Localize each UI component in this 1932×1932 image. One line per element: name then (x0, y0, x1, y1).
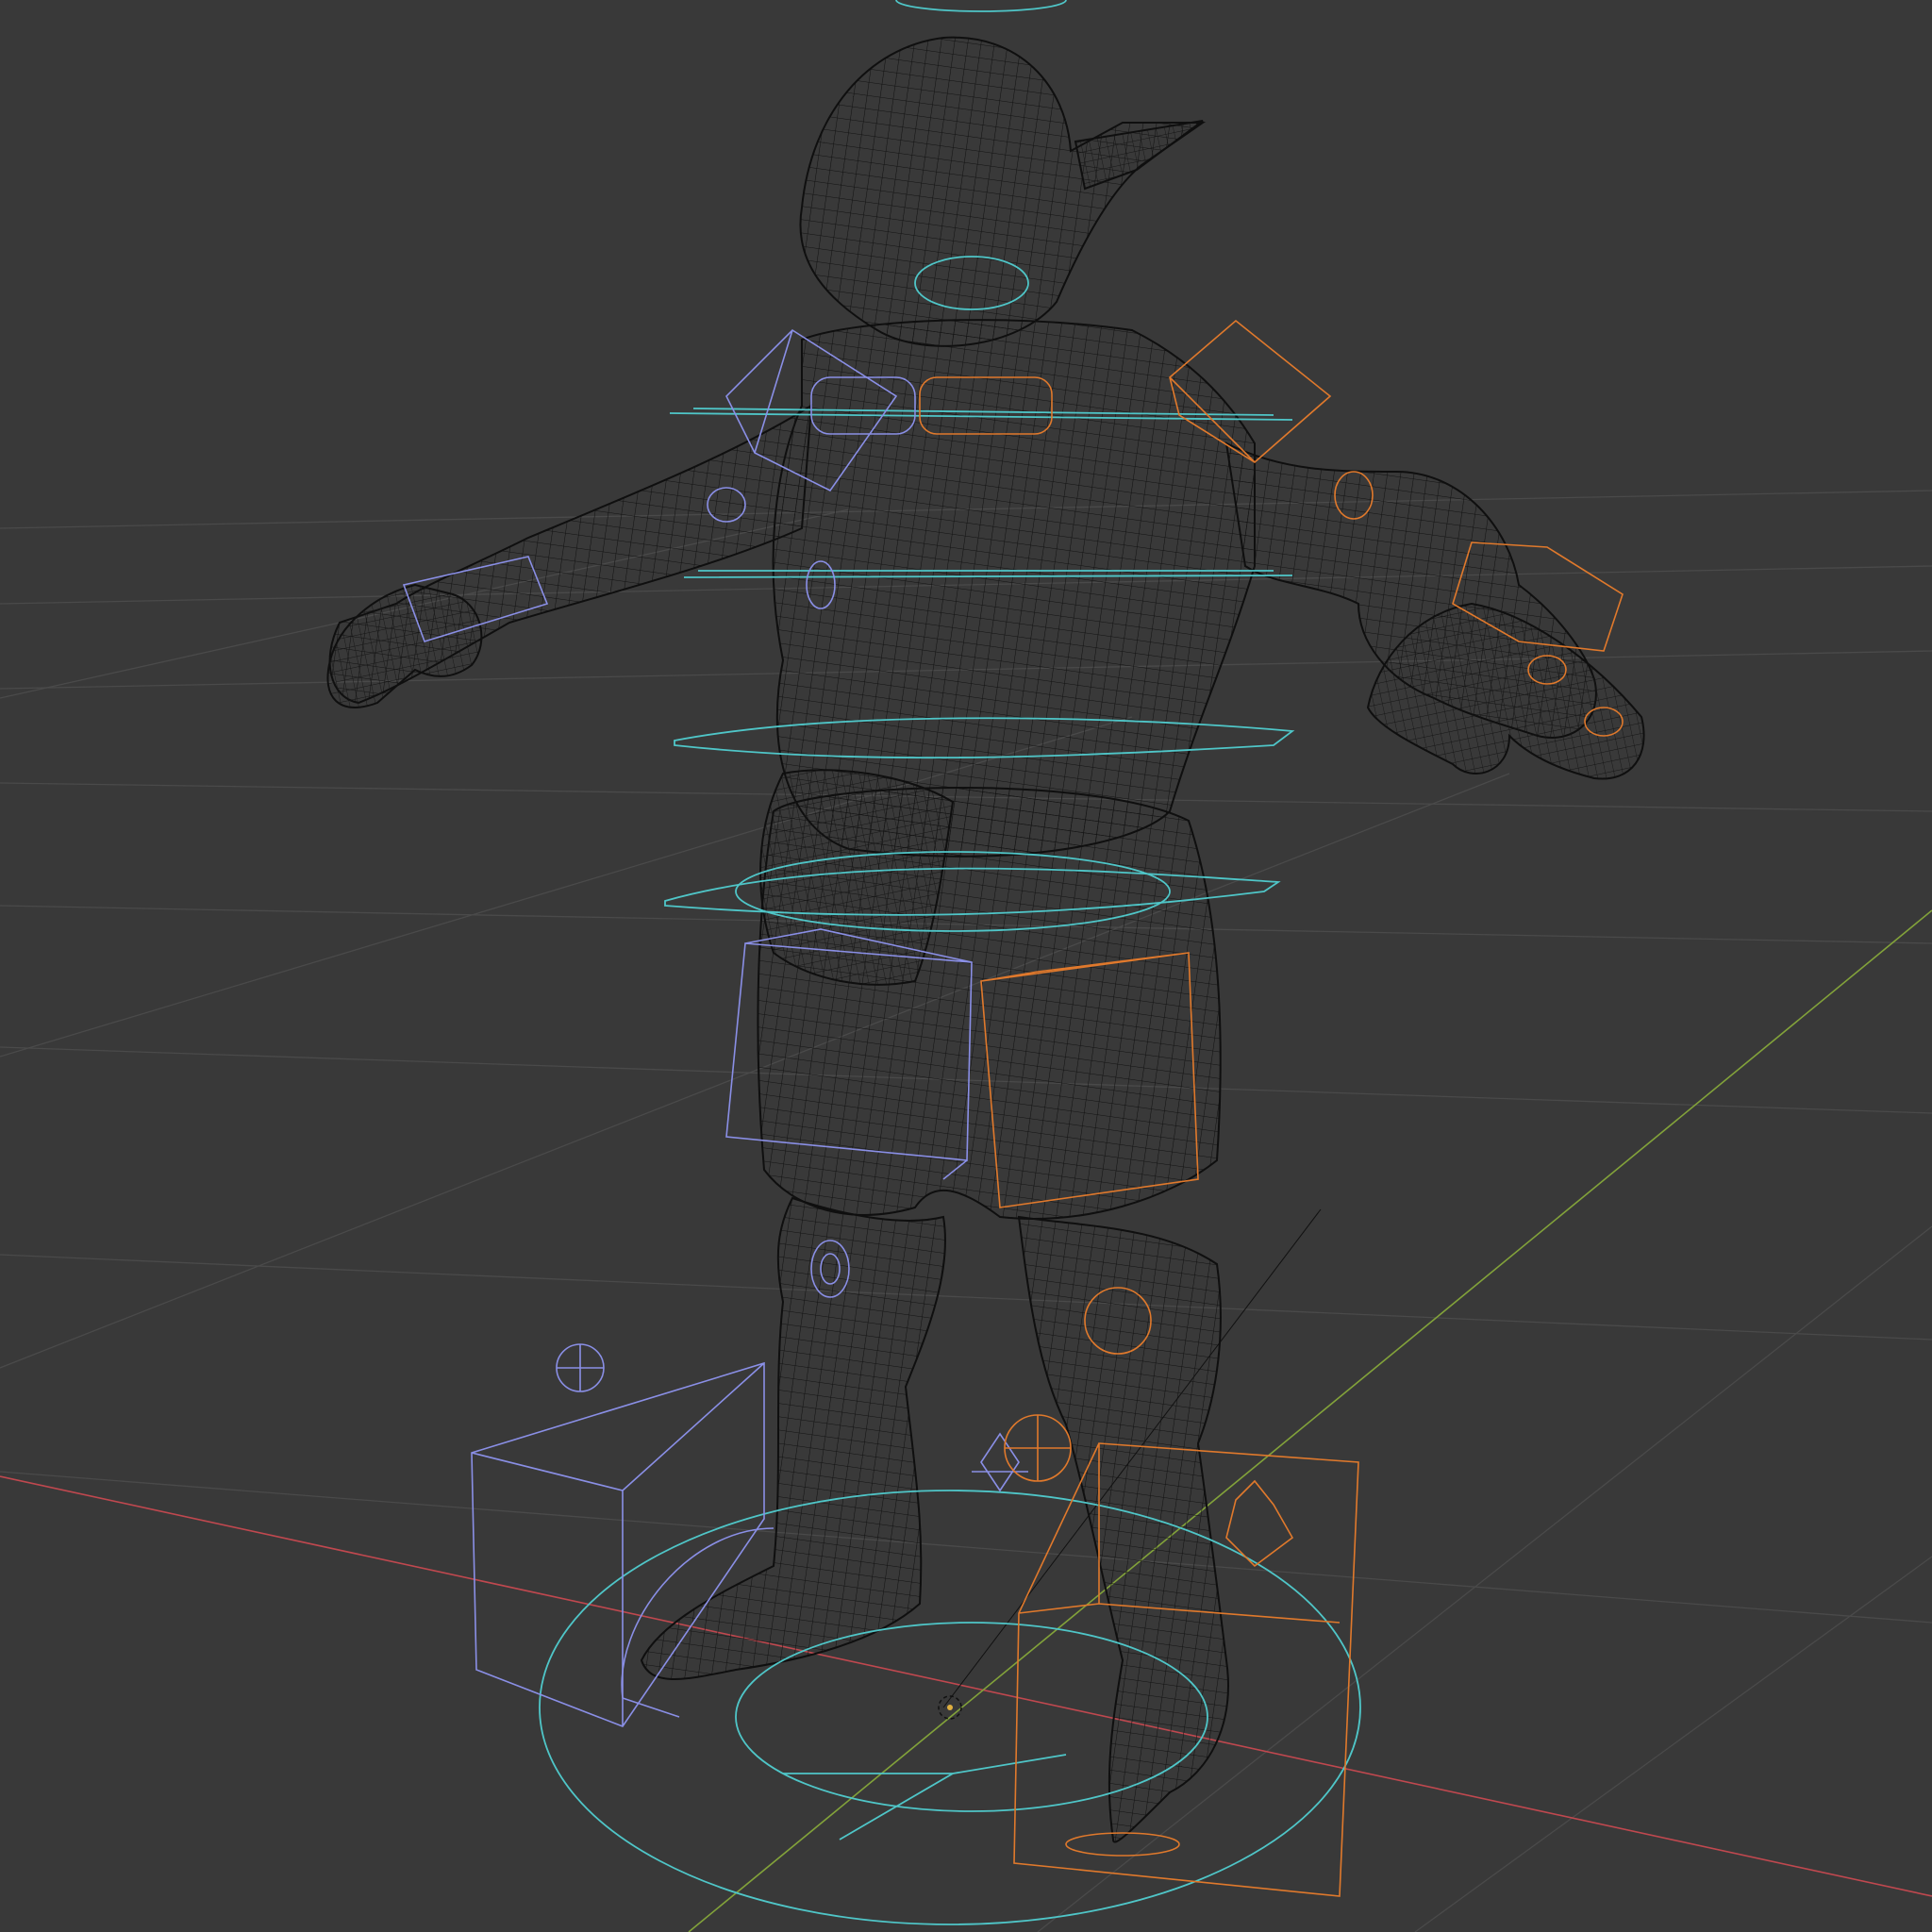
3d-cursor-icon (938, 1695, 962, 1720)
mesh-right-leg (1017, 1215, 1229, 1843)
3d-viewport[interactable] (0, 0, 1932, 1932)
mesh-left-leg (640, 1196, 946, 1680)
root-spokes (783, 1754, 1067, 1840)
mesh-head (799, 36, 1207, 347)
mesh-left-hand (326, 583, 483, 708)
mesh-ear (1074, 120, 1204, 191)
viewport-canvas[interactable] (0, 0, 1932, 1932)
right-heel-gizmo (1225, 1479, 1294, 1568)
left-heel-gizmo (972, 1432, 1028, 1492)
head-control-ring (895, 0, 1067, 12)
x-axis-line (0, 1475, 1932, 1897)
